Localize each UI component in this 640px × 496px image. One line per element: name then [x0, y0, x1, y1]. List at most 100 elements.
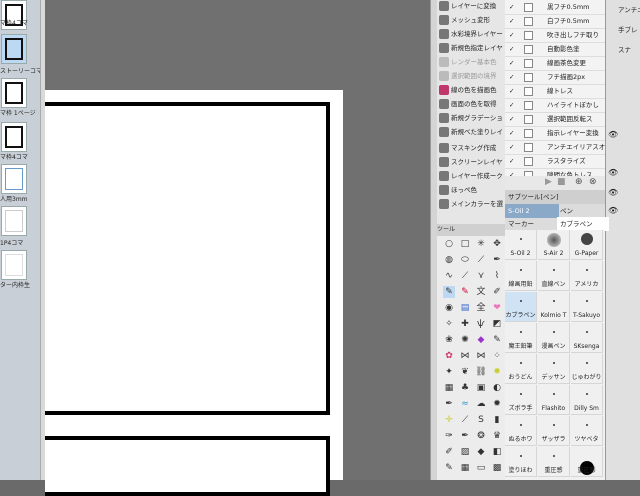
check-row[interactable]: ✓ 指示レイヤー変換: [505, 126, 605, 141]
frame-icon[interactable]: ◩: [491, 318, 503, 330]
flower-icon[interactable]: ✿: [443, 350, 455, 362]
brush-tile[interactable]: S-Air 2: [538, 230, 570, 260]
eraser-icon[interactable]: ◆: [475, 446, 487, 458]
check-icon[interactable]: ✓: [509, 14, 519, 28]
checkbox[interactable]: [524, 129, 533, 138]
pen-icon[interactable]: ✒: [491, 254, 503, 266]
sky-icon[interactable]: ☁: [475, 398, 487, 410]
tweezers-icon[interactable]: ✐: [443, 446, 455, 458]
checkbox[interactable]: [524, 101, 533, 110]
gear-icon[interactable]: ✹: [491, 398, 503, 410]
eye-icon[interactable]: 👁: [608, 168, 618, 177]
rect-select-icon[interactable]: □: [459, 238, 471, 250]
brush-tile[interactable]: T-Sakuyo: [571, 292, 603, 322]
pen-tool-icon[interactable]: ✎: [443, 286, 455, 298]
brush-tile[interactable]: G-Paper: [571, 230, 603, 260]
magic-wand-icon[interactable]: ✳: [475, 238, 487, 250]
brush-tile[interactable]: アメリカ: [571, 261, 603, 291]
dropper2-icon[interactable]: ✑: [443, 430, 455, 442]
check-row[interactable]: ✓ 吹き出しフチ取り: [505, 28, 605, 43]
brush-tile[interactable]: ぬるホワ: [505, 416, 537, 446]
check-row[interactable]: ✓ 線トレス: [505, 84, 605, 99]
curve-icon[interactable]: ∿: [443, 270, 455, 282]
check-row[interactable]: ✓ ハイライトぼかし: [505, 98, 605, 113]
bucket-icon[interactable]: ◧: [491, 446, 503, 458]
fill-icon[interactable]: ◍: [443, 254, 455, 266]
check-icon[interactable]: ✓: [509, 126, 519, 140]
checkbox[interactable]: [524, 87, 533, 96]
eyedropper-icon[interactable]: ⟋: [475, 254, 487, 266]
action-item[interactable]: メインカラーを選択: [439, 198, 503, 211]
hatch-icon[interactable]: ▨: [459, 446, 471, 458]
texture-icon[interactable]: ▦: [443, 382, 455, 394]
ribbon-icon[interactable]: ⋈: [459, 350, 471, 362]
airbrush-icon[interactable]: ◉: [443, 302, 455, 314]
checkbox[interactable]: [524, 157, 533, 166]
leaf-icon[interactable]: ❦: [459, 366, 471, 378]
grass-icon[interactable]: ѱ: [475, 318, 487, 330]
chain-icon[interactable]: ⛓: [475, 366, 487, 378]
move-icon[interactable]: ✥: [491, 238, 503, 250]
stamp-icon[interactable]: ✦: [443, 366, 455, 378]
check-row[interactable]: ✓ ラスタライズ: [505, 154, 605, 169]
ornament-icon[interactable]: ❂: [475, 430, 487, 442]
brush-tile[interactable]: 直線ペン: [538, 261, 570, 291]
fill2-icon[interactable]: ▮: [491, 414, 503, 426]
action-item[interactable]: 選択範囲の境界: [439, 70, 503, 83]
check-row[interactable]: ✓ アンチエイリアスオン: [505, 140, 612, 155]
check-row[interactable]: ✓ 黒フチ0.5mm: [505, 0, 605, 15]
eye-icon[interactable]: 👁: [608, 206, 618, 215]
check-icon[interactable]: ✓: [509, 98, 519, 112]
tab-pen[interactable]: ペン: [557, 204, 603, 218]
checkbox[interactable]: [524, 143, 533, 152]
brush-tile[interactable]: 塗りほわ: [505, 447, 537, 477]
action-item[interactable]: 新規グラデーション: [439, 112, 503, 125]
brush-tile[interactable]: 重圧感: [571, 447, 603, 477]
tree-icon[interactable]: ♣: [459, 382, 471, 394]
brush-tile[interactable]: S-Oil 2: [505, 230, 537, 260]
brush-tile[interactable]: デッサン: [538, 354, 570, 384]
decor-icon[interactable]: ❤: [491, 302, 503, 314]
action-item[interactable]: マスキング作成: [439, 142, 503, 155]
drop-icon[interactable]: ◐: [491, 382, 503, 394]
action-item[interactable]: 新規べた塗りレイヤー: [439, 126, 503, 139]
material-item[interactable]: [1, 122, 27, 152]
spline-icon[interactable]: ⌇: [491, 270, 503, 282]
brush-tile[interactable]: ズボラ手: [505, 385, 537, 415]
action-item[interactable]: メッシュ変形: [439, 14, 503, 27]
lasso-icon[interactable]: ○: [443, 238, 455, 250]
comic-panel-1[interactable]: [45, 102, 330, 415]
spray-icon[interactable]: ✺: [459, 334, 471, 346]
nib-icon[interactable]: ✒: [443, 398, 455, 410]
sparkle-icon[interactable]: ✧: [443, 318, 455, 330]
ink-icon[interactable]: ✎: [491, 334, 503, 346]
action-item[interactable]: 画面の色を取得: [439, 98, 503, 111]
image-icon[interactable]: ▩: [491, 462, 503, 474]
pencil-icon[interactable]: ✎: [459, 286, 471, 298]
action-item[interactable]: レンダー基本色: [439, 56, 503, 69]
check-row[interactable]: ✓ フチ描画2px: [505, 70, 605, 85]
vector-icon[interactable]: ⋎: [475, 270, 487, 282]
material-item[interactable]: [1, 78, 27, 108]
tab-marker[interactable]: マーカー: [505, 217, 557, 231]
check-icon[interactable]: ✓: [509, 84, 519, 98]
action-item[interactable]: 線の色を描画色: [439, 84, 503, 97]
checkbox[interactable]: [524, 59, 533, 68]
action-item[interactable]: ほっぺ色: [439, 184, 503, 197]
play-icon[interactable]: ▶: [545, 177, 552, 187]
crown-icon[interactable]: ♛: [491, 430, 503, 442]
brush-tile[interactable]: 魔王鉛筆: [505, 323, 537, 353]
light-icon[interactable]: ✛: [443, 414, 455, 426]
check-icon[interactable]: ✓: [509, 140, 519, 154]
checkbox[interactable]: [524, 45, 533, 54]
brush-tile[interactable]: 漫画ペン: [538, 323, 570, 353]
check-icon[interactable]: ✓: [509, 42, 519, 56]
slash-icon[interactable]: ⟋: [459, 414, 471, 426]
water-icon[interactable]: ≈: [459, 398, 471, 410]
window-icon[interactable]: ▣: [475, 382, 487, 394]
pattern-icon[interactable]: ❀: [443, 334, 455, 346]
delete-icon[interactable]: ⊗: [589, 177, 597, 187]
ellipse-icon[interactable]: ⬭: [459, 254, 471, 266]
brush-tile[interactable]: ツヤベタ: [571, 416, 603, 446]
comic-panel-2[interactable]: [45, 436, 330, 496]
